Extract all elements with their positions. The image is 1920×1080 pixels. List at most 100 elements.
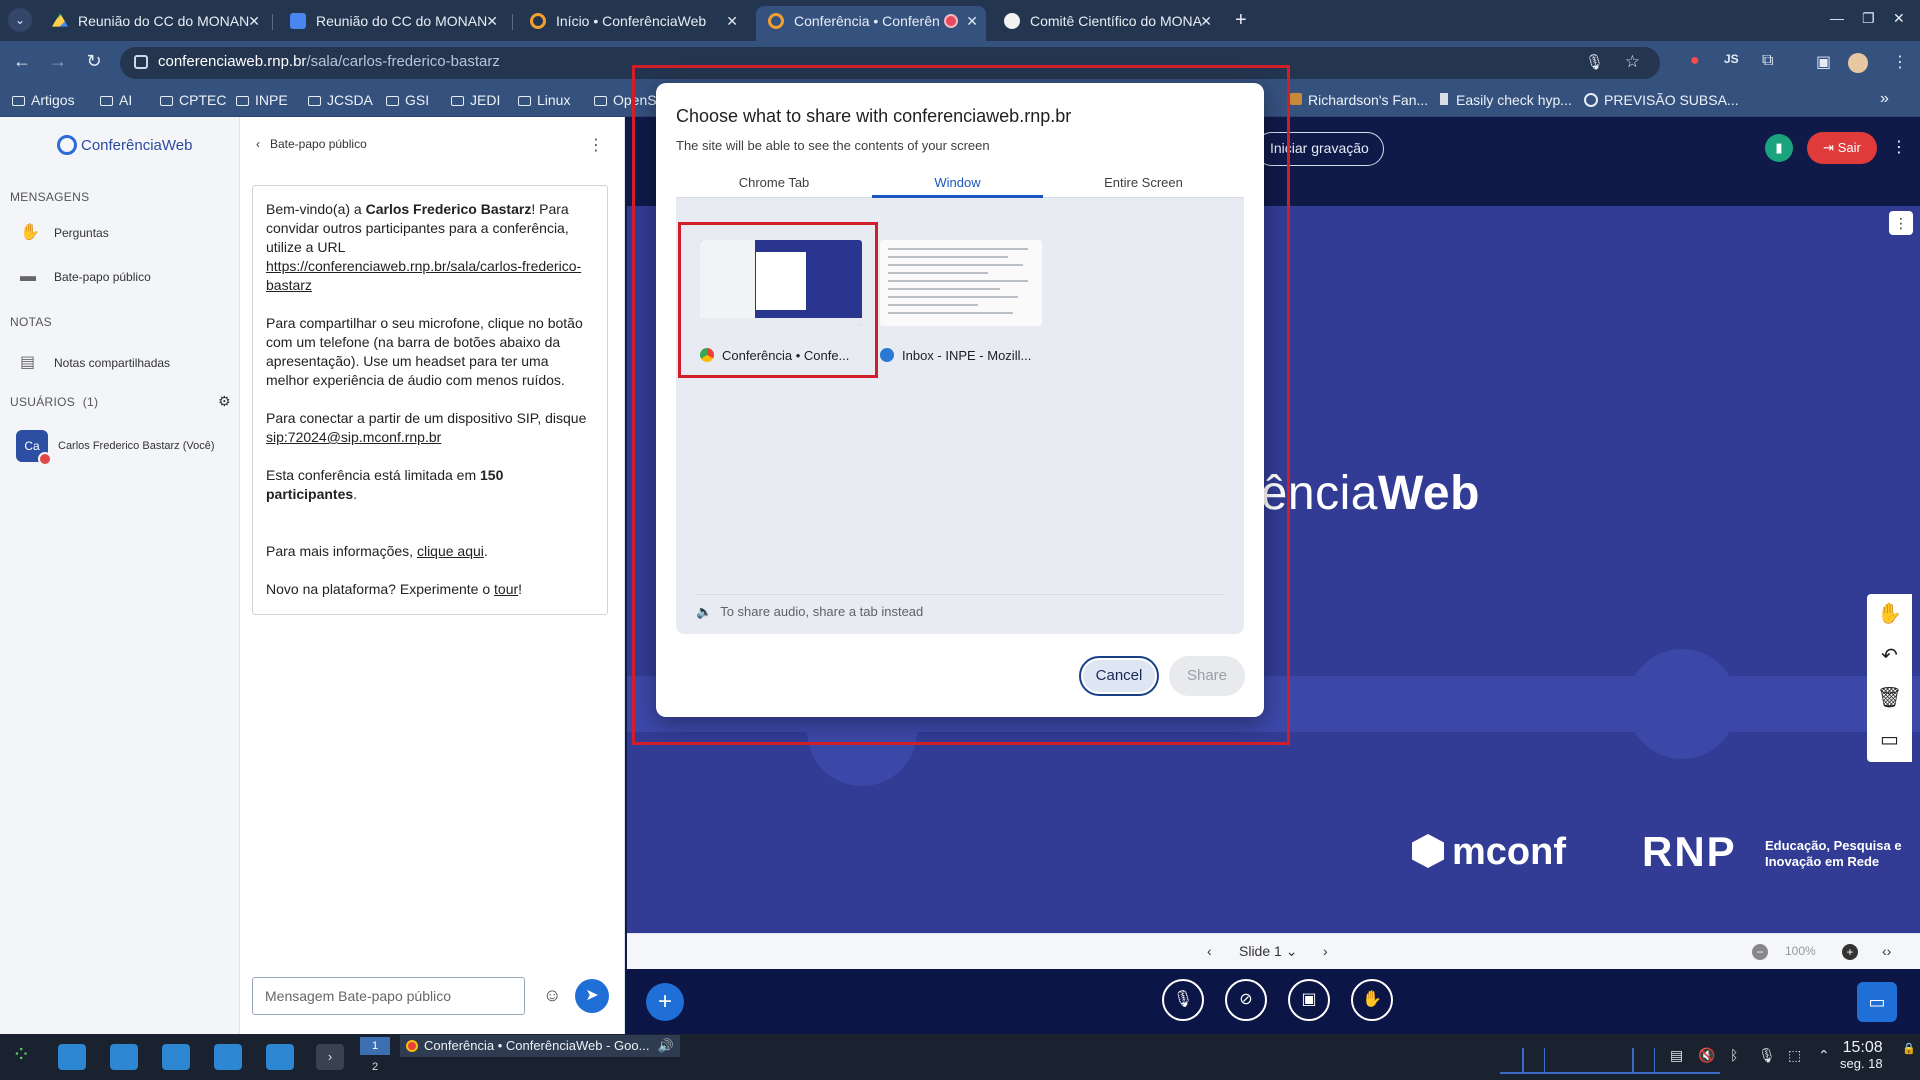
browser-tab[interactable]: Início • ConferênciaWeb ✕ [518, 6, 746, 36]
profile-avatar[interactable] [1848, 53, 1868, 73]
site-info-icon[interactable] [134, 55, 148, 69]
room-url-link[interactable]: https://conferenciaweb.rnp.br/sala/carlo… [266, 258, 581, 293]
close-icon[interactable]: ✕ [726, 6, 738, 36]
sidebar-item-label: Notas compartilhadas [54, 356, 171, 370]
leave-button[interactable]: ⇥ Sair [1807, 132, 1877, 164]
sidebar-item-questions[interactable]: ✋ Perguntas [20, 222, 109, 242]
screen-share-off-button[interactable]: ▣ [1288, 979, 1330, 1021]
presentation-toggle-button[interactable]: ▭ [1857, 982, 1897, 1022]
taskbar-window-chrome[interactable]: Conferência • ConferênciaWeb - Goo... 🔊 [400, 1035, 680, 1057]
microphone-icon[interactable]: 🎙 [1585, 53, 1604, 71]
bookmark-link[interactable]: Easily check hyp... [1440, 92, 1572, 108]
clipboard-icon[interactable]: ▤ [1670, 1047, 1683, 1064]
connection-status-icon[interactable]: ▮ [1765, 134, 1793, 162]
kebab-menu-icon[interactable]: ⋮ [1891, 137, 1907, 157]
fit-width-icon[interactable]: ‹› [1882, 943, 1891, 959]
back-arrow-icon[interactable]: ← [10, 51, 34, 72]
bookmark-label: Easily check hyp... [1456, 92, 1572, 108]
tour-link[interactable]: tour [494, 581, 518, 597]
close-icon[interactable]: ✕ [966, 6, 978, 36]
conferenciaweb-icon [530, 13, 546, 29]
charts-folder-icon[interactable] [214, 1044, 242, 1070]
bookmark-label: INPE [255, 92, 288, 108]
send-button[interactable]: ➤ [575, 979, 609, 1013]
volume-muted-icon[interactable]: 🔇 [1698, 1047, 1715, 1064]
bookmark-folder[interactable]: JCSDA [308, 92, 373, 108]
more-info-link[interactable]: clique aqui [417, 543, 484, 559]
bookmark-link[interactable]: Richardson's Fan... [1290, 92, 1428, 108]
zoom-in-icon[interactable]: + [1842, 944, 1858, 960]
close-icon[interactable]: ✕ [486, 6, 498, 36]
bookmark-folder[interactable]: Linux [518, 92, 570, 108]
restore-icon[interactable]: ❐ [1862, 10, 1875, 27]
bookmark-folder[interactable]: JEDI [451, 92, 500, 108]
bookmark-folder[interactable]: Artigos [12, 92, 75, 108]
side-panel-icon[interactable]: ▣ [1816, 52, 1831, 72]
sidebar-item-shared-notes[interactable]: ▤ Notas compartilhadas [20, 352, 170, 372]
terminal-icon[interactable]: › [316, 1044, 344, 1070]
downloads-icon[interactable] [266, 1044, 294, 1070]
bookmark-link[interactable]: PREVISÃO SUBSA... [1584, 92, 1739, 108]
tab-search-button[interactable]: ⌄ [8, 8, 32, 32]
actions-plus-button[interactable]: + [646, 983, 684, 1021]
chat-message-input[interactable]: Mensagem Bate-papo público [252, 977, 525, 1015]
sip-address-link[interactable]: sip:72024@sip.mconf.rnp.br [266, 429, 441, 445]
hand-tool-icon[interactable]: ✋ [1867, 594, 1912, 634]
extension-icon[interactable]: ● [1690, 52, 1700, 70]
minimize-icon[interactable]: — [1830, 10, 1844, 26]
microphone-icon[interactable]: 🎙 [1758, 1047, 1776, 1064]
undo-icon[interactable]: ↶ [1867, 636, 1912, 676]
slide-options-button[interactable]: ⋮ [1889, 211, 1913, 235]
zoom-out-icon[interactable]: − [1752, 944, 1768, 960]
url-host: conferenciaweb.rnp.br [158, 53, 307, 70]
forward-arrow-icon[interactable]: → [46, 51, 70, 72]
extension-icon[interactable]: JS [1724, 52, 1739, 66]
bluetooth-icon[interactable]: ᛒ [1730, 1047, 1738, 1063]
folder-icon[interactable] [162, 1044, 190, 1070]
bookmark-folder[interactable]: AI [100, 92, 132, 108]
browser-tab[interactable]: Reunião do CC do MONAN ✕ [278, 6, 506, 36]
clock[interactable]: 15:08 seg. 18 [1840, 1040, 1883, 1072]
bookmark-folder[interactable]: GSI [386, 92, 429, 108]
lock-icon[interactable]: 🔒 [1902, 1042, 1916, 1055]
home-folder-icon[interactable] [58, 1044, 86, 1070]
chevron-left-icon: ‹ [256, 137, 260, 151]
close-icon[interactable]: ✕ [248, 6, 260, 36]
kebab-menu-icon[interactable]: ⋮ [1892, 52, 1908, 72]
extensions-puzzle-icon[interactable]: ⧉ [1762, 52, 1773, 70]
new-tab-button[interactable]: + [1235, 8, 1247, 32]
slide-selector[interactable]: Slide 1 ⌄ [1239, 943, 1297, 960]
more-bookmarks-icon[interactable]: » [1880, 90, 1889, 108]
chat-back-button[interactable]: ‹ Bate-papo público [256, 137, 367, 151]
workspace-2[interactable]: 2 [360, 1058, 390, 1076]
camera-off-button[interactable]: ⊘ [1225, 979, 1267, 1021]
user-name[interactable]: Carlos Frederico Bastarz (Você) [58, 440, 215, 452]
gear-icon[interactable]: ⚙ [218, 393, 231, 410]
previous-slide-icon[interactable]: ‹ [1207, 943, 1212, 959]
browser-tab-active[interactable]: Conferência • Conferên ✕ [756, 6, 986, 41]
next-slide-icon[interactable]: › [1323, 943, 1328, 959]
muted-status-icon [38, 452, 52, 466]
reload-icon[interactable]: ↻ [82, 51, 106, 72]
bookmark-star-icon[interactable]: ☆ [1625, 52, 1640, 72]
chevron-up-icon[interactable]: ⌃ [1818, 1047, 1830, 1064]
window-close-icon[interactable]: ✕ [1893, 10, 1905, 27]
fullscreen-icon[interactable]: ▭ [1867, 720, 1912, 760]
browser-tab[interactable]: Reunião do CC do MONAN ✕ [40, 6, 268, 36]
microphone-off-button[interactable]: 🎙 [1162, 979, 1204, 1021]
app-launcher-icon[interactable]: ⁘ [12, 1042, 30, 1068]
bookmark-folder[interactable]: CPTEC [160, 92, 226, 108]
emoji-icon[interactable]: ☺ [543, 985, 561, 1006]
bookmark-folder[interactable]: INPE [236, 92, 288, 108]
trash-icon[interactable]: 🗑 [1867, 678, 1912, 718]
files-icon[interactable] [110, 1044, 138, 1070]
raise-hand-button[interactable]: ✋ [1351, 979, 1393, 1021]
workspace-1[interactable]: 1 [360, 1037, 390, 1055]
close-icon[interactable]: ✕ [1200, 6, 1212, 36]
bookmark-label: AI [119, 92, 133, 108]
sidebar-item-public-chat[interactable]: ▬ Bate-papo público [20, 268, 151, 286]
kebab-menu-icon[interactable]: ⋮ [588, 135, 604, 155]
browser-tab[interactable]: Comitê Científico do MONA ✕ [992, 6, 1220, 36]
network-icon[interactable]: ⬚ [1788, 1047, 1801, 1064]
avatar[interactable]: Ca [16, 430, 52, 466]
